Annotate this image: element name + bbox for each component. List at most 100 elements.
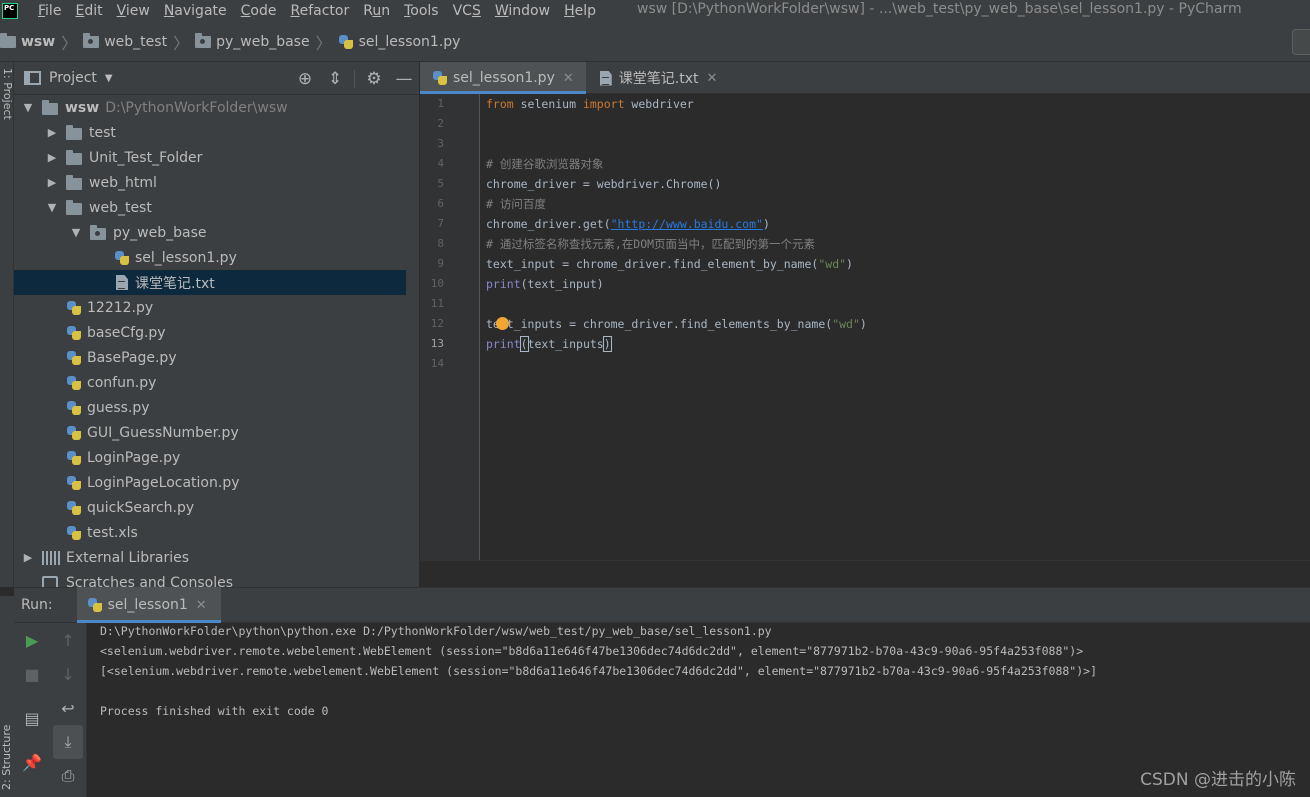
up-arrow-icon[interactable]: ↑ bbox=[50, 623, 86, 657]
menu-item[interactable]: Tools bbox=[404, 3, 439, 19]
tree-item[interactable]: ▶12212.py bbox=[14, 295, 406, 320]
tree-item-label: 12212.py bbox=[87, 299, 154, 316]
code-token: ) bbox=[602, 336, 612, 352]
menu-item-text: efactor bbox=[299, 3, 350, 19]
menu-item-mnemonic: S bbox=[471, 3, 481, 19]
locate-file-icon[interactable]: ⊕ bbox=[290, 69, 320, 89]
minimize-icon[interactable]: — bbox=[389, 69, 419, 89]
code-token: selenium bbox=[513, 97, 583, 111]
tree-item[interactable]: ▶guess.py bbox=[14, 395, 406, 420]
menu-item[interactable]: Navigate bbox=[164, 3, 227, 19]
project-view-selector[interactable]: Project bbox=[49, 70, 97, 86]
tree-item-label: confun.py bbox=[87, 374, 157, 391]
line-number: 8 bbox=[437, 237, 444, 250]
soft-wrap-icon[interactable]: ↩ bbox=[50, 691, 86, 725]
tree-item[interactable]: ▼ py_web_base bbox=[14, 220, 406, 245]
breadcrumb-project[interactable]: wsw 〉 bbox=[0, 30, 83, 54]
tree-item[interactable]: ▶baseCfg.py bbox=[14, 320, 406, 345]
menu-item-text: n bbox=[381, 3, 391, 19]
menu-item-text: ile bbox=[45, 3, 62, 19]
run-console-output[interactable]: D:\PythonWorkFolder\python\python.exe D:… bbox=[88, 623, 1310, 797]
editor-tab[interactable]: sel_lesson1.py ✕ bbox=[420, 62, 586, 94]
menu-item[interactable]: Edit bbox=[75, 3, 102, 19]
rerun-icon[interactable]: ▶ bbox=[14, 623, 50, 657]
tree-item-label: py_web_base bbox=[113, 224, 207, 241]
menu-item-mnemonic: u bbox=[372, 3, 382, 19]
expanded-arrow-icon[interactable]: ▼ bbox=[68, 226, 84, 239]
menu-item[interactable]: Window bbox=[495, 3, 550, 19]
line-number: 12 bbox=[430, 317, 444, 330]
menu-item[interactable]: Run bbox=[363, 3, 390, 19]
code-line: text_input = chrome_driver.find_element_… bbox=[480, 254, 1310, 274]
menu-item[interactable]: View bbox=[117, 3, 150, 19]
breadcrumb-web-test[interactable]: web_test 〉 bbox=[83, 30, 195, 54]
tree-item[interactable]: ▶confun.py bbox=[14, 370, 406, 395]
print-icon[interactable]: ⎙ bbox=[50, 759, 86, 793]
menu-item[interactable]: File bbox=[38, 3, 61, 19]
code-token: text_inputs = chrome_driver.find_element… bbox=[486, 317, 833, 331]
collapsed-arrow-icon[interactable]: ▶ bbox=[44, 126, 60, 139]
package-folder-icon bbox=[195, 32, 212, 48]
collapse-all-icon[interactable]: ⇕ bbox=[320, 69, 350, 89]
tree-item[interactable]: ▶ test bbox=[14, 120, 406, 145]
menu-items: File Edit View Navigate Code Refactor Run Tools… bbox=[38, 3, 610, 19]
tree-item-path: D:\PythonWorkFolder\wsw bbox=[105, 99, 288, 116]
chevron-down-icon[interactable]: ▼ bbox=[105, 73, 113, 84]
code-token: print bbox=[486, 337, 521, 351]
structure-tool-window-button[interactable]: 2: Structure bbox=[0, 690, 14, 790]
gear-icon[interactable]: ⚙ bbox=[359, 69, 389, 89]
menu-item-text: R bbox=[363, 3, 373, 19]
tree-item[interactable]: ▼ web_test bbox=[14, 195, 406, 220]
down-arrow-icon[interactable]: ↓ bbox=[50, 657, 86, 691]
close-icon[interactable]: ✕ bbox=[706, 71, 717, 86]
tree-item[interactable]: ▶LoginPageLocation.py bbox=[14, 470, 406, 495]
project-panel: Project ▼ ⊕ ⇕ ⚙ — ▼ wsw D:\PythonWorkFolde… bbox=[14, 62, 419, 587]
tree-item[interactable]: ▶课堂笔记.txt bbox=[14, 270, 406, 295]
tree-item[interactable]: ▶GUI_GuessNumber.py bbox=[14, 420, 406, 445]
package-folder-icon bbox=[83, 32, 100, 48]
navigation-bar: wsw 〉 web_test 〉 py_web_base 〉 sel_lesson1.… bbox=[0, 22, 1310, 62]
menu-item-text: indow bbox=[508, 3, 551, 19]
pycharm-logo-icon[interactable]: PC bbox=[2, 3, 18, 19]
tree-item[interactable]: ▶ External Libraries bbox=[14, 545, 406, 570]
close-icon[interactable]: ✕ bbox=[563, 71, 574, 86]
run-config-button[interactable] bbox=[1292, 29, 1310, 55]
tree-item[interactable]: ▶ Unit_Test_Folder bbox=[14, 145, 406, 170]
editor-tab[interactable]: 课堂笔记.txt ✕ bbox=[586, 62, 730, 94]
tree-item[interactable]: ▼ wsw D:\PythonWorkFolder\wsw bbox=[14, 95, 406, 120]
collapsed-arrow-icon[interactable]: ▶ bbox=[44, 151, 60, 164]
tree-item[interactable]: ▶ web_html bbox=[14, 170, 406, 195]
code-editor[interactable]: from selenium import webdriver # 创建谷歌浏览器对… bbox=[480, 94, 1310, 560]
menu-item[interactable]: Code bbox=[241, 3, 277, 19]
breadcrumb-py-web-base[interactable]: py_web_base 〉 bbox=[195, 30, 338, 54]
intention-bulb-icon[interactable] bbox=[496, 317, 509, 330]
code-token: # 访问百度 bbox=[486, 197, 546, 211]
pin-icon[interactable]: 📌 bbox=[14, 745, 50, 779]
menu-item[interactable]: VCS bbox=[453, 3, 481, 19]
menu-item-mnemonic: E bbox=[75, 3, 85, 19]
tree-item[interactable]: ▶BasePage.py bbox=[14, 345, 406, 370]
tree-item-label: GUI_GuessNumber.py bbox=[87, 424, 239, 441]
scroll-to-end-icon[interactable]: ⤓ bbox=[53, 725, 83, 759]
breadcrumb-file[interactable]: sel_lesson1.py bbox=[338, 34, 460, 50]
tree-item[interactable]: ▶sel_lesson1.py bbox=[14, 245, 406, 270]
tree-item[interactable]: ▶LoginPage.py bbox=[14, 445, 406, 470]
menu-item[interactable]: Refactor bbox=[290, 3, 349, 19]
run-tab-label: sel_lesson1 bbox=[107, 597, 188, 613]
tree-item[interactable]: ▶test.xls bbox=[14, 520, 406, 545]
close-icon[interactable]: ✕ bbox=[196, 598, 207, 613]
collapsed-arrow-icon[interactable]: ▶ bbox=[20, 551, 36, 564]
run-tab[interactable]: sel_lesson1 ✕ bbox=[76, 587, 221, 623]
tree-item[interactable]: ▶Scratches and Consoles bbox=[14, 570, 406, 587]
menu-item[interactable]: Help bbox=[564, 3, 596, 19]
stop-icon[interactable]: ■ bbox=[14, 657, 50, 691]
project-tool-window-button[interactable]: 1: Project bbox=[0, 68, 14, 148]
run-toolbar: ▶ ■ ▤ 📌 bbox=[14, 623, 50, 797]
tree-item[interactable]: ▶quickSearch.py bbox=[14, 495, 406, 520]
expanded-arrow-icon[interactable]: ▼ bbox=[20, 101, 36, 114]
expanded-arrow-icon[interactable]: ▼ bbox=[44, 201, 60, 214]
collapsed-arrow-icon[interactable]: ▶ bbox=[44, 176, 60, 189]
folder-icon bbox=[66, 125, 82, 140]
restore-layout-icon[interactable]: ▤ bbox=[14, 701, 50, 735]
